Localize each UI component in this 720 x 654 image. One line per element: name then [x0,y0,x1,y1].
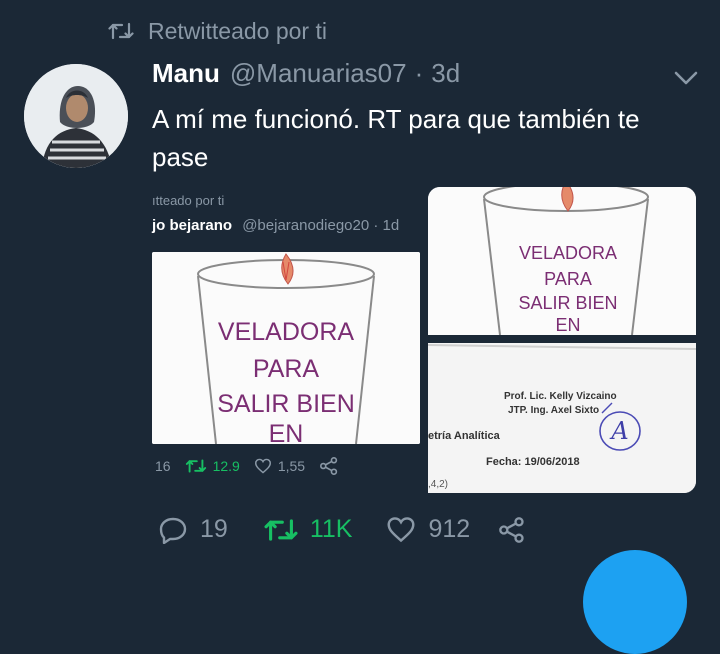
tweet-image-2[interactable]: Prof. Lic. Kelly Vizcaino JTP. Ing. Axel… [428,343,696,493]
quoted-like-count: 1,55 [277,458,306,474]
side-card-line-3: SALIR BIEN [518,293,617,313]
retweet-button[interactable]: 11K [264,515,353,544]
quoted-reply-count: 16 [155,458,171,474]
separator-dot: · [414,58,424,88]
quoted-tweet-actions: 16 12.9 1,55 [155,457,353,475]
tweet-text: A mí me funcionó. RT para que también te… [152,104,640,172]
retweet-context-label: Retwitteado por ti [148,17,327,44]
share-icon [498,516,526,543]
side-card-line-1: VELADORA [519,243,617,263]
doc-jtp-line: JTP. Ing. Axel Sixto [508,405,599,416]
retweet-count: 11K [309,515,353,543]
quoted-like-action[interactable]: 1,55 [254,458,305,474]
like-count: 912 [428,515,471,543]
heart-icon [254,458,272,474]
reply-icon [158,516,188,544]
quoted-card-line-3: SALIR BIEN [217,390,355,418]
quoted-tweet-image[interactable]: VELADORA PARA SALIR BIEN EN [152,252,420,444]
quoted-share-action[interactable] [319,457,339,475]
side-card-line-4: EN [555,315,580,335]
quoted-card-line-2: PARA [253,355,320,383]
heart-icon [386,516,416,543]
quoted-card-line-1: VELADORA [218,318,354,346]
doc-date: Fecha: 19/06/2018 [486,456,580,468]
share-button[interactable] [498,516,526,543]
doc-subject: etría Analítica [428,430,501,442]
like-button[interactable]: 912 [386,515,470,544]
share-icon [319,457,339,475]
author-handle[interactable]: @Manuarias07 [230,58,407,89]
quoted-reply-action[interactable]: 16 [155,458,171,474]
quoted-separator-dot: · [373,217,379,234]
chevron-down-icon[interactable] [672,68,700,88]
retweet-icon [264,517,298,543]
quoted-author-name[interactable]: jo bejarano [152,217,232,234]
compose-fab[interactable] [583,550,687,654]
quoted-retweet-context: ıtteado por ti [152,193,225,208]
reply-count: 19 [200,515,228,543]
avatar[interactable] [24,64,128,168]
tweet-timestamp[interactable]: 3d [431,58,460,89]
quoted-tweet-header[interactable]: jo bejarano @bejaranodiego20 · 1d [152,217,399,234]
quoted-card-line-4: EN [269,420,304,444]
quoted-author-handle[interactable]: @bejaranodiego20 [242,217,369,234]
tweet-header: Manu @Manuarias07 · 3d [152,58,460,89]
author-name[interactable]: Manu [152,58,220,89]
retweet-icon [185,458,207,474]
tweet-image-1[interactable]: VELADORA PARA SALIR BIEN EN [428,187,696,335]
side-card-line-2: PARA [544,269,592,289]
retweet-icon [108,21,134,41]
doc-grade: A [609,417,628,445]
tweet-actions: 19 11K 912 [158,515,526,544]
quoted-tweet-timestamp[interactable]: 1d [383,217,400,234]
doc-prof-line: Prof. Lic. Kelly Vizcaino [504,391,617,402]
quoted-retweet-action[interactable]: 12.9 [185,458,240,474]
reply-button[interactable]: 19 [158,515,228,544]
quoted-retweet-count: 12.9 [212,458,240,474]
retweet-context: Retwitteado por ti [108,16,327,46]
doc-fragment: ,4,2) [428,479,448,490]
